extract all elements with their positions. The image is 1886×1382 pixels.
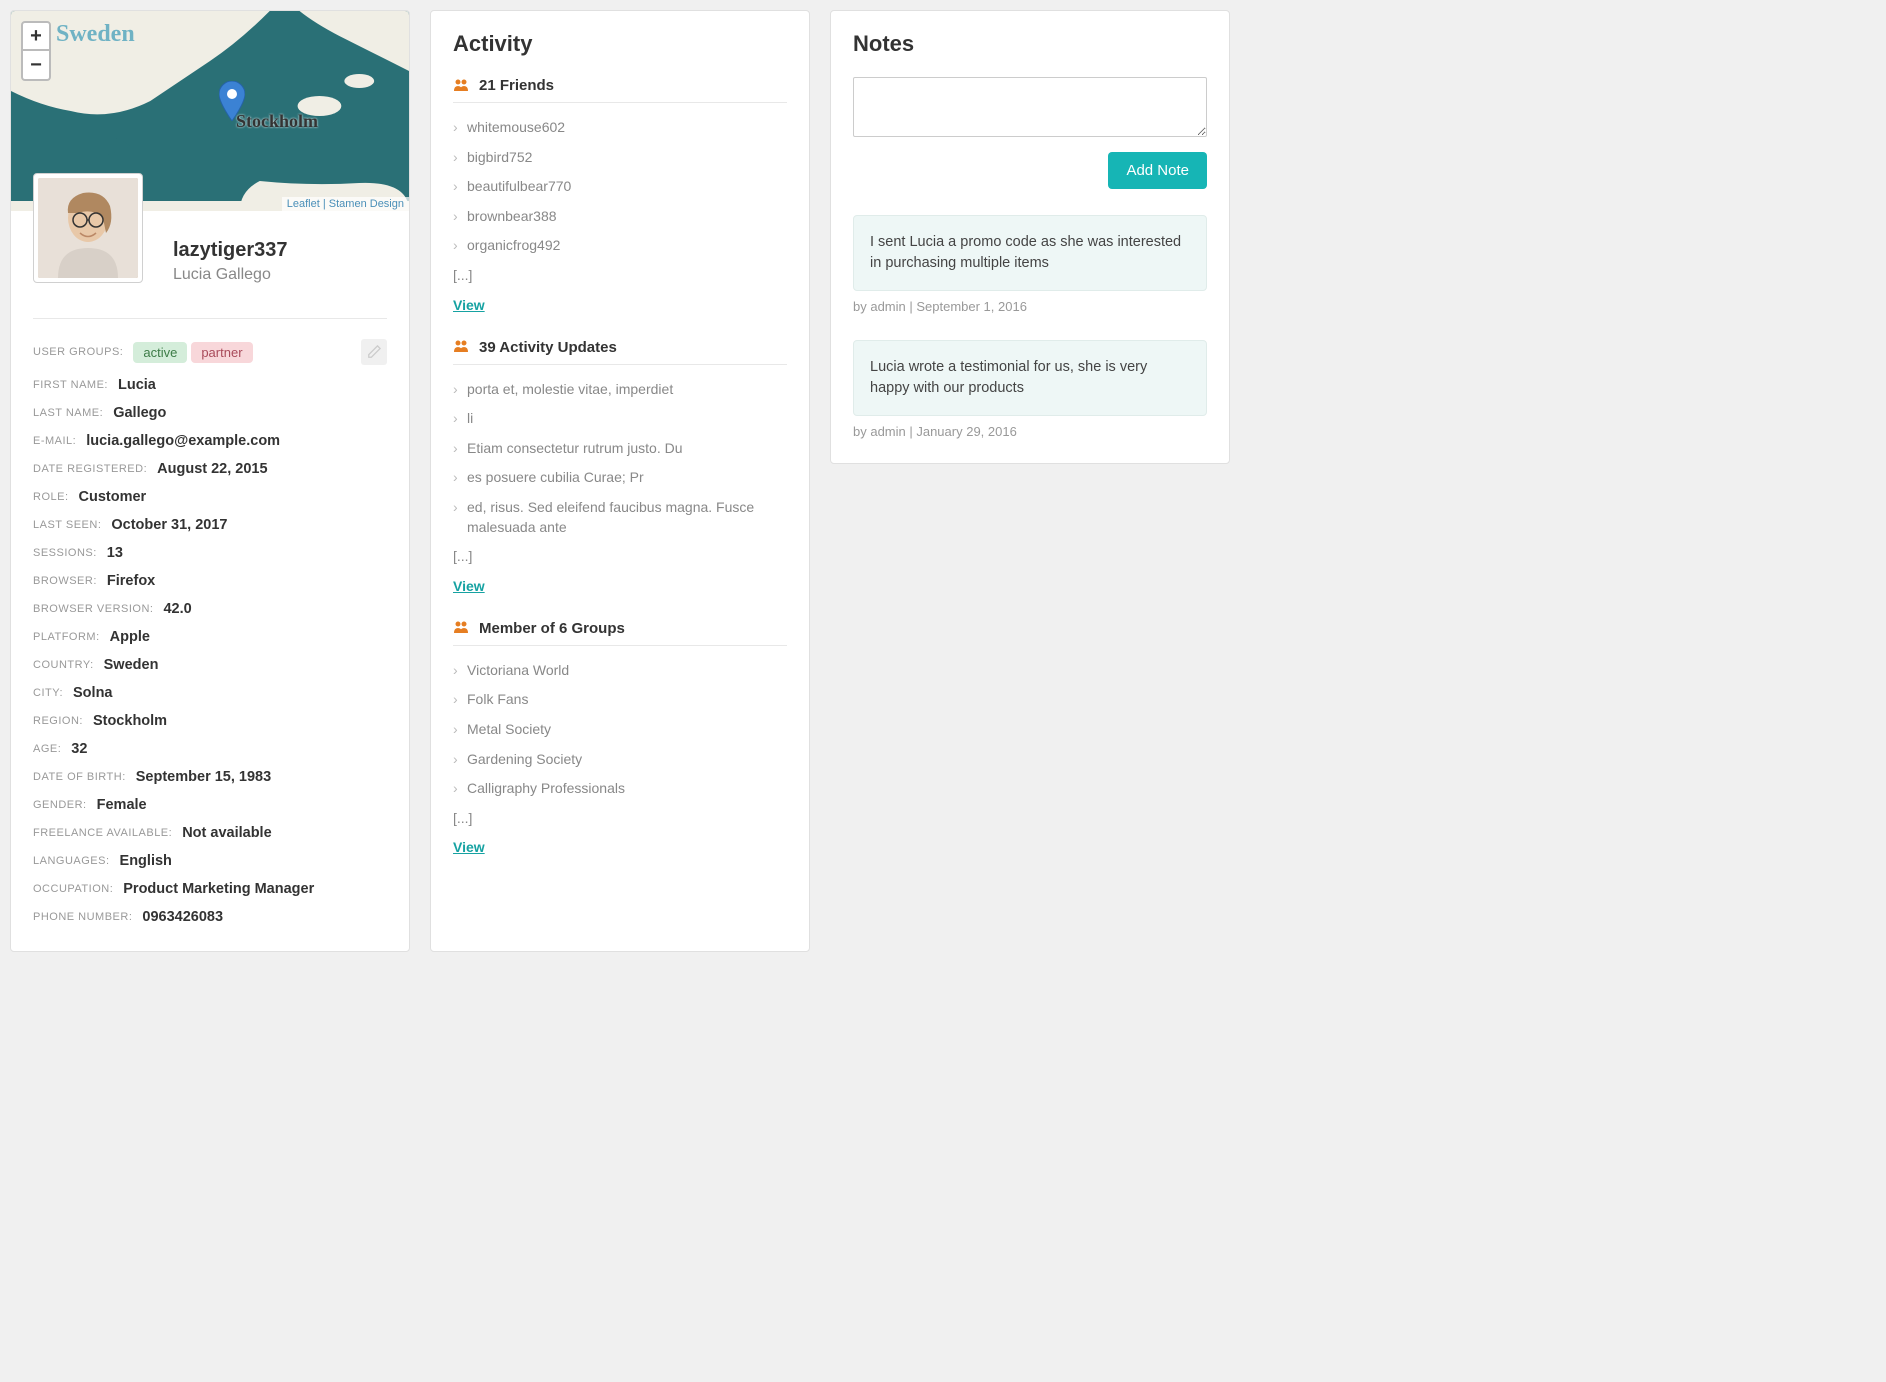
- profile-header: lazytiger337 Lucia Gallego: [11, 211, 409, 304]
- field-gender: GENDER:Female: [33, 791, 387, 819]
- friends-list: whitemouse602 bigbird752 beautifulbear77…: [453, 113, 787, 291]
- profile-card: Sweden Stockholm + − Leaflet | Stamen De…: [10, 10, 410, 952]
- note-meta: by admin | January 29, 2016: [853, 424, 1207, 439]
- add-note-button[interactable]: Add Note: [1108, 152, 1207, 189]
- field-role: ROLE:Customer: [33, 483, 387, 511]
- note-item: I sent Lucia a promo code as she was int…: [853, 215, 1207, 291]
- view-friends-link[interactable]: View: [453, 297, 485, 313]
- field-age: AGE:32: [33, 735, 387, 763]
- field-email: E-MAIL:lucia.gallego@example.com: [33, 427, 387, 455]
- list-item[interactable]: Etiam consectetur rutrum justo. Du: [453, 434, 787, 464]
- activity-groups-section: Member of 6 Groups Victoriana World Folk…: [453, 620, 787, 858]
- list-item[interactable]: brownbear388: [453, 202, 787, 232]
- friends-title: 21 Friends: [479, 77, 554, 94]
- list-ellipsis: [...]: [453, 261, 787, 291]
- list-item[interactable]: organicfrog492: [453, 231, 787, 261]
- view-groups-link[interactable]: View: [453, 839, 485, 855]
- field-sessions: SESSIONS:13: [33, 539, 387, 567]
- list-item[interactable]: beautifulbear770: [453, 172, 787, 202]
- field-last-seen: LAST SEEN:October 31, 2017: [33, 511, 387, 539]
- field-region: REGION:Stockholm: [33, 707, 387, 735]
- list-item[interactable]: Victoriana World: [453, 656, 787, 686]
- field-languages: LANGUAGES:English: [33, 847, 387, 875]
- field-last-name: LAST NAME:Gallego: [33, 399, 387, 427]
- people-icon: [453, 78, 469, 94]
- groups-list: Victoriana World Folk Fans Metal Society…: [453, 656, 787, 834]
- map-attribution: Leaflet | Stamen Design: [282, 197, 409, 211]
- field-dob: DATE OF BIRTH:September 15, 1983: [33, 763, 387, 791]
- view-updates-link[interactable]: View: [453, 578, 485, 594]
- list-ellipsis: [...]: [453, 542, 787, 572]
- updates-title: 39 Activity Updates: [479, 339, 617, 356]
- field-occupation: OCCUPATION:Product Marketing Manager: [33, 875, 387, 903]
- list-item[interactable]: porta et, molestie vitae, imperdiet: [453, 375, 787, 405]
- activity-friends-section: 21 Friends whitemouse602 bigbird752 beau…: [453, 77, 787, 315]
- list-item[interactable]: whitemouse602: [453, 113, 787, 143]
- list-item[interactable]: bigbird752: [453, 143, 787, 173]
- avatar-placeholder-icon: [38, 178, 138, 278]
- notes-textarea[interactable]: [853, 77, 1207, 137]
- profile-fullname: Lucia Gallego: [173, 266, 387, 284]
- leaflet-link[interactable]: Leaflet: [287, 198, 320, 210]
- activity-title: Activity: [453, 31, 787, 57]
- list-ellipsis: [...]: [453, 804, 787, 834]
- field-first-name: FIRST NAME:Lucia: [33, 371, 387, 399]
- divider: [33, 318, 387, 319]
- profile-fields: USER GROUPS: active partner FIRST NAME:L…: [11, 318, 409, 951]
- badge-active: active: [133, 342, 187, 363]
- zoom-in-button[interactable]: +: [21, 21, 51, 51]
- list-item[interactable]: Folk Fans: [453, 685, 787, 715]
- field-platform: PLATFORM:Apple: [33, 623, 387, 651]
- people-icon: [453, 339, 469, 355]
- field-country: COUNTRY:Sweden: [33, 651, 387, 679]
- notes-card: Notes Add Note I sent Lucia a promo code…: [830, 10, 1230, 464]
- list-item[interactable]: Gardening Society: [453, 745, 787, 775]
- field-browser-version: BROWSER VERSION:42.0: [33, 595, 387, 623]
- map-city-label: Stockholm: [236, 111, 318, 132]
- edit-button[interactable]: [361, 339, 387, 365]
- profile-username: lazytiger337: [173, 239, 387, 262]
- notes-title: Notes: [853, 31, 1207, 57]
- list-item[interactable]: Metal Society: [453, 715, 787, 745]
- zoom-out-button[interactable]: −: [21, 51, 51, 81]
- field-label: USER GROUPS:: [33, 346, 123, 358]
- updates-list: porta et, molestie vitae, imperdiet li E…: [453, 375, 787, 572]
- list-item[interactable]: es posuere cubilia Curae; Pr: [453, 463, 787, 493]
- badge-partner: partner: [191, 342, 252, 363]
- groups-title: Member of 6 Groups: [479, 620, 625, 637]
- field-user-groups: USER GROUPS: active partner: [33, 333, 387, 371]
- people-icon: [453, 620, 469, 636]
- list-item[interactable]: Calligraphy Professionals: [453, 774, 787, 804]
- activity-updates-section: 39 Activity Updates porta et, molestie v…: [453, 339, 787, 596]
- map-country-label: Sweden: [56, 21, 135, 48]
- field-browser: BROWSER:Firefox: [33, 567, 387, 595]
- note-item: Lucia wrote a testimonial for us, she is…: [853, 340, 1207, 416]
- field-freelance: FREELANCE AVAILABLE:Not available: [33, 819, 387, 847]
- stamen-link[interactable]: Stamen Design: [329, 198, 404, 210]
- field-city: CITY:Solna: [33, 679, 387, 707]
- field-date-registered: DATE REGISTERED:August 22, 2015: [33, 455, 387, 483]
- field-phone: PHONE NUMBER:0963426083: [33, 903, 387, 931]
- avatar: [33, 173, 143, 283]
- activity-card: Activity 21 Friends whitemouse602 bigbir…: [430, 10, 810, 952]
- map-zoom-controls: + −: [21, 21, 51, 81]
- pencil-icon: [367, 345, 381, 359]
- note-meta: by admin | September 1, 2016: [853, 299, 1207, 314]
- list-item[interactable]: li: [453, 404, 787, 434]
- list-item[interactable]: ed, risus. Sed eleifend faucibus magna. …: [453, 493, 787, 542]
